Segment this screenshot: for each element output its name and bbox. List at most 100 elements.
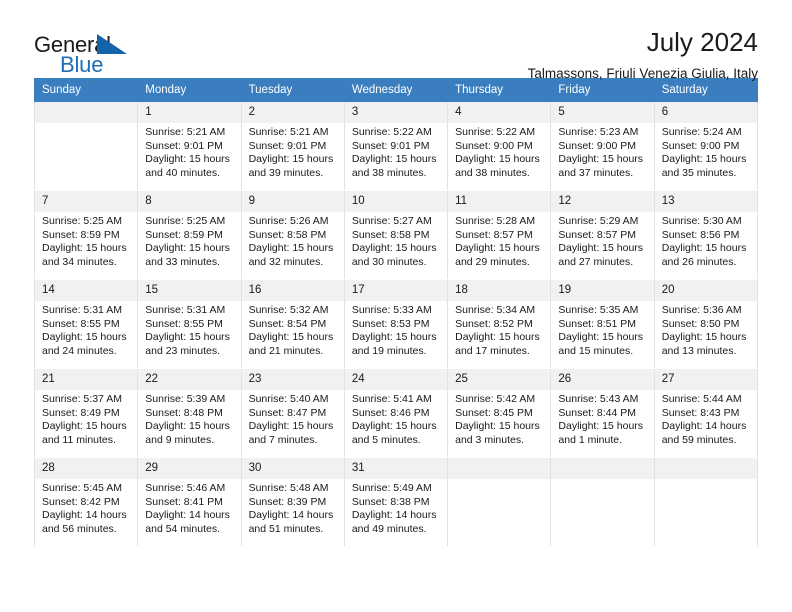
calendar-day-cell[interactable]: 13 Sunrise: 5:30 AM Sunset: 8:56 PM Dayligh… — [653, 190, 759, 280]
sunset-time: Sunset: 8:39 PM — [248, 495, 327, 508]
daylight-duration: Daylight: 15 hours — [145, 242, 230, 255]
page-subtitle: Talmassons, Friuli Venezia Giulia, Italy — [527, 66, 758, 81]
sunset-time: Sunset: 8:57 PM — [558, 228, 637, 241]
calendar-day-cell[interactable]: 17 Sunrise: 5:33 AM Sunset: 8:53 PM Dayligh… — [343, 279, 449, 369]
calendar-day-cell[interactable]: 10 Sunrise: 5:27 AM Sunset: 8:58 PM Dayligh… — [343, 190, 449, 280]
calendar-day-cell[interactable]: 7 Sunrise: 5:25 AM Sunset: 8:59 PM Daylight… — [33, 190, 139, 280]
calendar-day-cell[interactable]: 4 Sunrise: 5:22 AM Sunset: 9:00 PM Daylight… — [447, 101, 552, 191]
calendar-empty-cell — [447, 457, 552, 547]
day-number: 21 — [35, 369, 138, 390]
sunset-time: Sunset: 8:49 PM — [42, 406, 120, 419]
daylight-duration: Daylight: 15 hours — [145, 331, 230, 344]
day-details: Sunrise: 5:28 AM Sunset: 8:57 PM Daylight:… — [448, 212, 550, 269]
calendar-day-cell[interactable]: 1 Sunrise: 5:21 AM Sunset: 9:01 PM Daylight… — [137, 101, 242, 191]
sunrise-time: Sunrise: 5:29 AM — [558, 215, 639, 227]
calendar-day-cell[interactable]: 24 Sunrise: 5:41 AM Sunset: 8:46 PM Dayligh… — [343, 368, 449, 458]
day-number: 1 — [138, 102, 241, 123]
day-details: Sunrise: 5:22 AM Sunset: 9:00 PM Daylight:… — [448, 123, 550, 180]
sunset-time: Sunset: 8:54 PM — [248, 317, 327, 330]
daylight-duration: Daylight: 15 hours — [351, 420, 437, 433]
daylight-duration-cont: and 26 minutes. — [661, 255, 737, 268]
sunset-time: Sunset: 8:52 PM — [455, 317, 533, 330]
calendar-day-cell[interactable]: 27 Sunrise: 5:44 AM Sunset: 8:43 PM Dayligh… — [653, 368, 759, 458]
day-details: Sunrise: 5:48 AM Sunset: 8:39 PM Daylight:… — [242, 479, 344, 536]
daylight-duration-cont: and 7 minutes. — [248, 433, 318, 446]
day-number: 13 — [654, 191, 757, 212]
daylight-duration: Daylight: 14 hours — [248, 509, 334, 522]
calendar-day-cell[interactable]: 29 Sunrise: 5:46 AM Sunset: 8:41 PM Dayligh… — [137, 457, 242, 547]
page-header: General Blue July 2024 Talmassons, Friul… — [34, 0, 758, 81]
calendar-day-cell[interactable]: 18 Sunrise: 5:34 AM Sunset: 8:52 PM Dayligh… — [447, 279, 552, 369]
calendar-day-cell[interactable]: 30 Sunrise: 5:48 AM Sunset: 8:39 PM Dayligh… — [240, 457, 345, 547]
daylight-duration: Daylight: 15 hours — [455, 153, 540, 166]
daylight-duration-cont: and 35 minutes. — [661, 166, 737, 179]
calendar-day-cell[interactable]: 23 Sunrise: 5:40 AM Sunset: 8:47 PM Dayligh… — [240, 368, 345, 458]
sunset-time: Sunset: 8:43 PM — [661, 406, 740, 419]
calendar-day-cell[interactable]: 6 Sunrise: 5:24 AM Sunset: 9:00 PM Daylight… — [653, 101, 759, 191]
calendar-day-cell[interactable]: 22 Sunrise: 5:39 AM Sunset: 8:48 PM Dayligh… — [137, 368, 242, 458]
calendar-week-row: 21 Sunrise: 5:37 AM Sunset: 8:49 PM Dayligh… — [33, 368, 759, 458]
calendar-day-cell[interactable]: 12 Sunrise: 5:29 AM Sunset: 8:57 PM Dayligh… — [550, 190, 655, 280]
day-details: Sunrise: 5:43 AM Sunset: 8:44 PM Daylight:… — [551, 390, 653, 447]
calendar-empty-cell — [550, 457, 655, 547]
calendar-page: General Blue July 2024 Talmassons, Friul… — [0, 0, 792, 612]
sunrise-time: Sunrise: 5:43 AM — [558, 393, 639, 405]
calendar-week-row: 28 Sunrise: 5:45 AM Sunset: 8:42 PM Dayligh… — [33, 457, 759, 547]
daylight-duration-cont: and 24 minutes. — [42, 344, 117, 357]
sunset-time: Sunset: 8:53 PM — [351, 317, 430, 330]
calendar-day-cell[interactable]: 19 Sunrise: 5:35 AM Sunset: 8:51 PM Dayligh… — [550, 279, 655, 369]
calendar-day-cell[interactable]: 14 Sunrise: 5:31 AM Sunset: 8:55 PM Dayligh… — [33, 279, 139, 369]
calendar-day-cell[interactable]: 3 Sunrise: 5:22 AM Sunset: 9:01 PM Daylight… — [343, 101, 449, 191]
calendar-day-cell[interactable]: 9 Sunrise: 5:26 AM Sunset: 8:58 PM Daylight… — [240, 190, 345, 280]
sunrise-time: Sunrise: 5:25 AM — [145, 215, 226, 227]
calendar-day-cell[interactable]: 5 Sunrise: 5:23 AM Sunset: 9:00 PM Daylight… — [550, 101, 655, 191]
calendar-day-cell[interactable]: 21 Sunrise: 5:37 AM Sunset: 8:49 PM Dayligh… — [33, 368, 139, 458]
sunrise-time: Sunrise: 5:23 AM — [558, 126, 639, 138]
calendar-day-cell[interactable]: 11 Sunrise: 5:28 AM Sunset: 8:57 PM Dayligh… — [447, 190, 552, 280]
day-number: 19 — [551, 280, 654, 301]
daylight-duration: Daylight: 15 hours — [351, 153, 437, 166]
calendar-empty-cell — [653, 457, 759, 547]
daylight-duration-cont: and 56 minutes. — [42, 522, 117, 535]
day-number — [551, 458, 654, 479]
day-details: Sunrise: 5:25 AM Sunset: 8:59 PM Daylight:… — [138, 212, 240, 269]
daylight-duration-cont: and 32 minutes. — [248, 255, 324, 268]
calendar-day-cell[interactable]: 25 Sunrise: 5:42 AM Sunset: 8:45 PM Dayligh… — [447, 368, 552, 458]
daylight-duration: Daylight: 15 hours — [248, 420, 334, 433]
general-blue-logo[interactable]: General Blue — [34, 26, 164, 78]
sunrise-time: Sunrise: 5:49 AM — [351, 482, 432, 494]
calendar-day-cell[interactable]: 26 Sunrise: 5:43 AM Sunset: 8:44 PM Dayligh… — [550, 368, 655, 458]
daylight-duration-cont: and 34 minutes. — [42, 255, 117, 268]
daylight-duration-cont: and 38 minutes. — [351, 166, 427, 179]
calendar-day-cell[interactable]: 15 Sunrise: 5:31 AM Sunset: 8:55 PM Dayligh… — [137, 279, 242, 369]
calendar-empty-cell — [33, 101, 139, 191]
sunrise-time: Sunrise: 5:46 AM — [145, 482, 226, 494]
day-details: Sunrise: 5:46 AM Sunset: 8:41 PM Daylight:… — [138, 479, 240, 536]
daylight-duration: Daylight: 15 hours — [558, 242, 644, 255]
day-number: 12 — [551, 191, 654, 212]
day-details: Sunrise: 5:31 AM Sunset: 8:55 PM Daylight:… — [35, 301, 137, 358]
day-number: 5 — [551, 102, 654, 123]
day-details: Sunrise: 5:24 AM Sunset: 9:00 PM Daylight:… — [655, 123, 757, 180]
weekday-header-sunday: Sunday — [33, 78, 139, 102]
calendar-day-cell[interactable]: 8 Sunrise: 5:25 AM Sunset: 8:59 PM Daylight… — [137, 190, 242, 280]
sunrise-time: Sunrise: 5:37 AM — [42, 393, 122, 405]
calendar-week-row: 7 Sunrise: 5:25 AM Sunset: 8:59 PM Daylight… — [33, 190, 759, 280]
calendar-day-cell[interactable]: 2 Sunrise: 5:21 AM Sunset: 9:01 PM Daylight… — [240, 101, 345, 191]
daylight-duration: Daylight: 15 hours — [455, 331, 540, 344]
daylight-duration: Daylight: 15 hours — [248, 242, 334, 255]
calendar-day-cell[interactable]: 31 Sunrise: 5:49 AM Sunset: 8:38 PM Dayligh… — [343, 457, 449, 547]
day-details: Sunrise: 5:29 AM Sunset: 8:57 PM Daylight:… — [551, 212, 653, 269]
sunrise-time: Sunrise: 5:31 AM — [145, 304, 226, 316]
calendar-day-cell[interactable]: 20 Sunrise: 5:36 AM Sunset: 8:50 PM Dayligh… — [653, 279, 759, 369]
day-details: Sunrise: 5:39 AM Sunset: 8:48 PM Daylight:… — [138, 390, 240, 447]
sunrise-time: Sunrise: 5:35 AM — [558, 304, 639, 316]
sunset-time: Sunset: 8:41 PM — [145, 495, 223, 508]
sunrise-time: Sunrise: 5:26 AM — [248, 215, 329, 227]
calendar-day-cell[interactable]: 16 Sunrise: 5:32 AM Sunset: 8:54 PM Dayligh… — [240, 279, 345, 369]
logo-text-blue: Blue — [60, 52, 104, 77]
day-number: 15 — [138, 280, 241, 301]
triangle-icon — [97, 34, 127, 54]
calendar-day-cell[interactable]: 28 Sunrise: 5:45 AM Sunset: 8:42 PM Dayligh… — [33, 457, 139, 547]
day-number: 20 — [654, 280, 757, 301]
